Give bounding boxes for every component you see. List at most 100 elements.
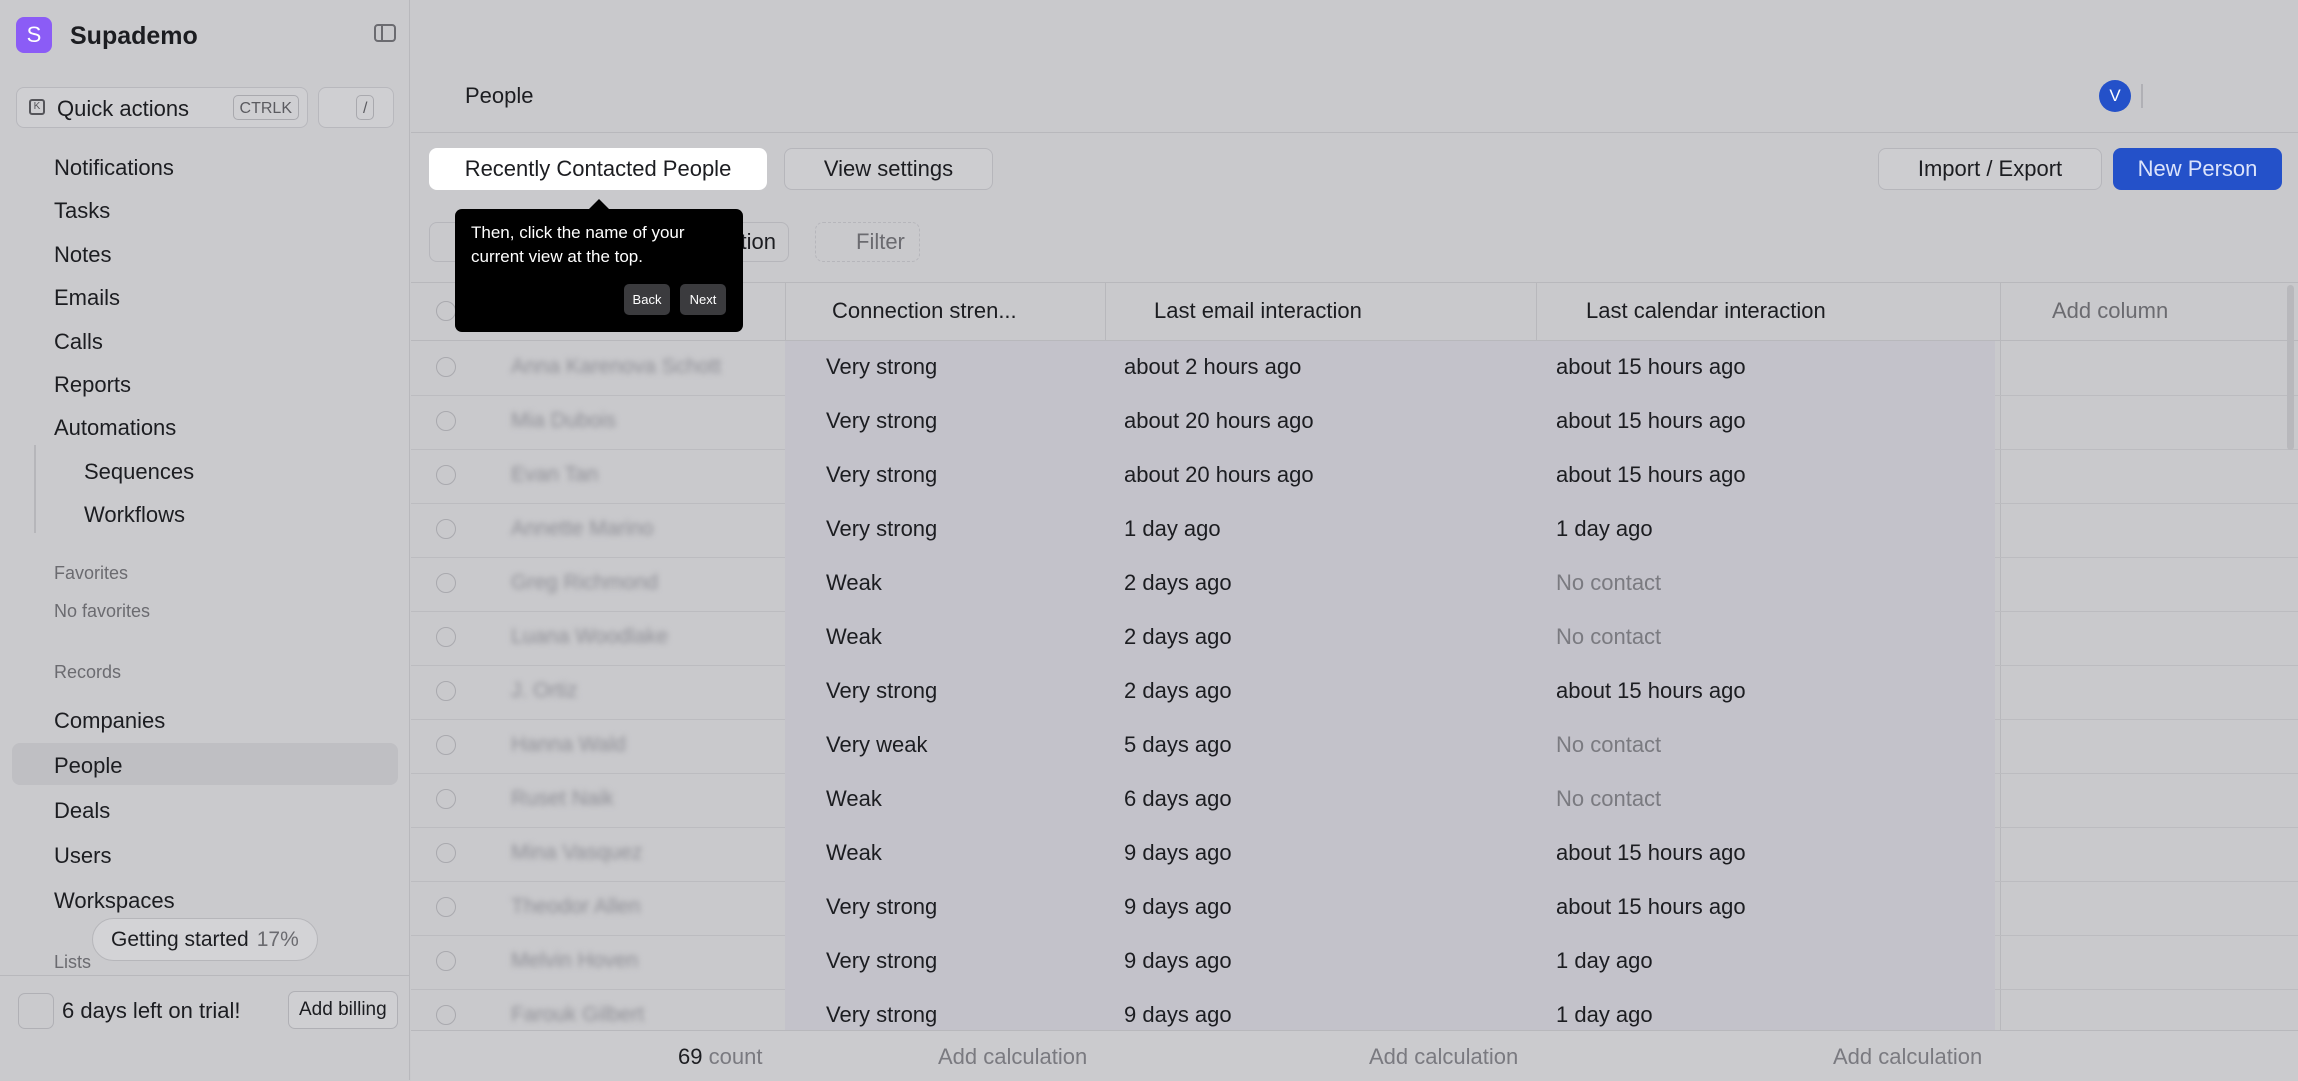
table-row[interactable]: Melvin Hoven Very strong 9 days ago 1 day a… [411, 935, 2298, 990]
nav-workflows[interactable]: Workflows [84, 502, 185, 528]
quick-actions-button[interactable]: K Quick actions CTRLK [16, 87, 308, 128]
table-row[interactable]: J. Ortiz Very strong 2 days ago about 15 ho… [411, 665, 2298, 720]
row-checkbox[interactable] [436, 465, 456, 485]
person-name[interactable]: Melvin Hoven [511, 949, 638, 973]
connection-strength-cell: Very strong [826, 516, 938, 541]
table-row[interactable]: Mina Vasquez Weak 9 days ago about 15 hours… [411, 827, 2298, 882]
column-last-email[interactable]: Last email interaction [1154, 298, 1362, 324]
add-calculation-calendar[interactable]: Add calculation [1833, 1044, 1982, 1070]
person-name[interactable]: J. Ortiz [511, 679, 578, 703]
row-checkbox[interactable] [436, 735, 456, 755]
nav-automations[interactable]: Automations [54, 415, 176, 441]
table-row[interactable]: Ruset Naik Weak 6 days ago No contact [411, 773, 2298, 828]
row-highlight [785, 503, 1995, 557]
nav-people[interactable]: People [54, 753, 123, 779]
person-name[interactable]: Mia Dubois [511, 409, 616, 433]
filter-button[interactable]: Filter [815, 222, 920, 262]
connection-strength-cell: Weak [826, 786, 882, 811]
row-checkbox[interactable] [436, 573, 456, 593]
nav-workspaces[interactable]: Workspaces [54, 888, 175, 914]
row-checkbox[interactable] [436, 843, 456, 863]
nav-emails[interactable]: Emails [54, 285, 120, 311]
import-export-button[interactable]: Import / Export [1878, 148, 2102, 190]
last-email-cell: about 2 hours ago [1124, 354, 1302, 379]
avatar[interactable]: V [2099, 80, 2131, 112]
nav-reports[interactable]: Reports [54, 372, 131, 398]
connection-strength-cell: Weak [826, 840, 882, 865]
header-divider [2141, 84, 2143, 108]
nav-notes[interactable]: Notes [54, 242, 111, 268]
table-row[interactable]: Evan Tan Very strong about 20 hours ago abo… [411, 449, 2298, 504]
nav-calls[interactable]: Calls [54, 329, 103, 355]
column-connection-strength[interactable]: Connection stren... [832, 298, 1017, 324]
slash-command-button[interactable]: / [318, 87, 394, 128]
sidebar-collapse-icon[interactable] [374, 24, 396, 42]
person-name[interactable]: Mina Vasquez [511, 841, 643, 865]
last-email-cell: 9 days ago [1124, 894, 1232, 919]
table-row[interactable]: Greg Richmond Weak 2 days ago No contact [411, 557, 2298, 612]
add-calculation-connection[interactable]: Add calculation [938, 1044, 1087, 1070]
connection-strength-cell: Very weak [826, 732, 928, 757]
row-checkbox[interactable] [436, 357, 456, 377]
person-name[interactable]: Annette Marino [511, 517, 653, 541]
row-checkbox[interactable] [436, 951, 456, 971]
tour-next-button[interactable]: Next [680, 284, 726, 315]
last-calendar-cell: about 15 hours ago [1556, 408, 1746, 433]
row-highlight [785, 935, 1995, 989]
connection-strength-cell: Very strong [826, 678, 938, 703]
workspace-name: Supademo [70, 22, 198, 50]
table-row[interactable]: Annette Marino Very strong 1 day ago 1 day … [411, 503, 2298, 558]
person-name[interactable]: Theodor Allen [511, 895, 641, 919]
nav-deals[interactable]: Deals [54, 798, 110, 824]
getting-started-button[interactable]: Getting started 17% [92, 918, 318, 961]
workspace-switcher[interactable]: S Supademo [16, 16, 396, 54]
table-row[interactable]: Hanna Wald Very weak 5 days ago No contact [411, 719, 2298, 774]
tour-back-button[interactable]: Back [624, 284, 670, 315]
person-name[interactable]: Evan Tan [511, 463, 598, 487]
select-all-checkbox[interactable] [436, 301, 456, 321]
row-checkbox[interactable] [436, 789, 456, 809]
add-calculation-email[interactable]: Add calculation [1369, 1044, 1518, 1070]
view-settings-button[interactable]: View settings [784, 148, 993, 190]
add-billing-button[interactable]: Add billing [288, 991, 398, 1029]
row-checkbox[interactable] [436, 627, 456, 647]
last-email-cell: 2 days ago [1124, 678, 1232, 703]
nav-companies[interactable]: Companies [54, 708, 165, 734]
row-checkbox[interactable] [436, 897, 456, 917]
row-checkbox[interactable] [436, 411, 456, 431]
table-row[interactable]: Theodor Allen Very strong 9 days ago about … [411, 881, 2298, 936]
workspace-logo: S [16, 17, 52, 53]
current-view-button[interactable]: Recently Contacted People [429, 148, 767, 190]
nav-users[interactable]: Users [54, 843, 111, 869]
last-email-cell: 9 days ago [1124, 1002, 1232, 1027]
row-checkbox[interactable] [436, 1005, 456, 1025]
table-row[interactable]: Luana Woodlake Weak 2 days ago No contact [411, 611, 2298, 666]
new-person-button[interactable]: New Person [2113, 148, 2282, 190]
last-calendar-cell: about 15 hours ago [1556, 678, 1746, 703]
slash-key: / [356, 95, 375, 120]
connection-strength-cell: Very strong [826, 462, 938, 487]
add-column-button[interactable]: Add column [2052, 298, 2168, 324]
table-row[interactable]: Mia Dubois Very strong about 20 hours ago a… [411, 395, 2298, 450]
nav-notifications[interactable]: Notifications [54, 155, 174, 181]
last-email-cell: about 20 hours ago [1124, 462, 1314, 487]
table-row[interactable]: Anna Karenova Schott Very strong about 2 h… [411, 341, 2298, 396]
last-calendar-cell: about 15 hours ago [1556, 894, 1746, 919]
row-checkbox[interactable] [436, 519, 456, 539]
nav-tasks[interactable]: Tasks [54, 198, 110, 224]
getting-started-label: Getting started [111, 928, 249, 951]
person-name[interactable]: Farouk Gilbert [511, 1003, 644, 1027]
nav-sequences[interactable]: Sequences [84, 459, 194, 485]
person-name[interactable]: Ruset Naik [511, 787, 614, 811]
row-checkbox[interactable] [436, 681, 456, 701]
person-name[interactable]: Hanna Wald [511, 733, 626, 757]
row-highlight [785, 341, 1995, 395]
person-name[interactable]: Anna Karenova Schott [511, 355, 721, 379]
table-scrollbar[interactable] [2287, 285, 2294, 450]
person-name[interactable]: Greg Richmond [511, 571, 658, 595]
row-highlight [785, 557, 1995, 611]
person-name[interactable]: Luana Woodlake [511, 625, 668, 649]
column-last-calendar[interactable]: Last calendar interaction [1586, 298, 1826, 324]
last-email-cell: 6 days ago [1124, 786, 1232, 811]
last-calendar-cell: 1 day ago [1556, 1002, 1653, 1027]
